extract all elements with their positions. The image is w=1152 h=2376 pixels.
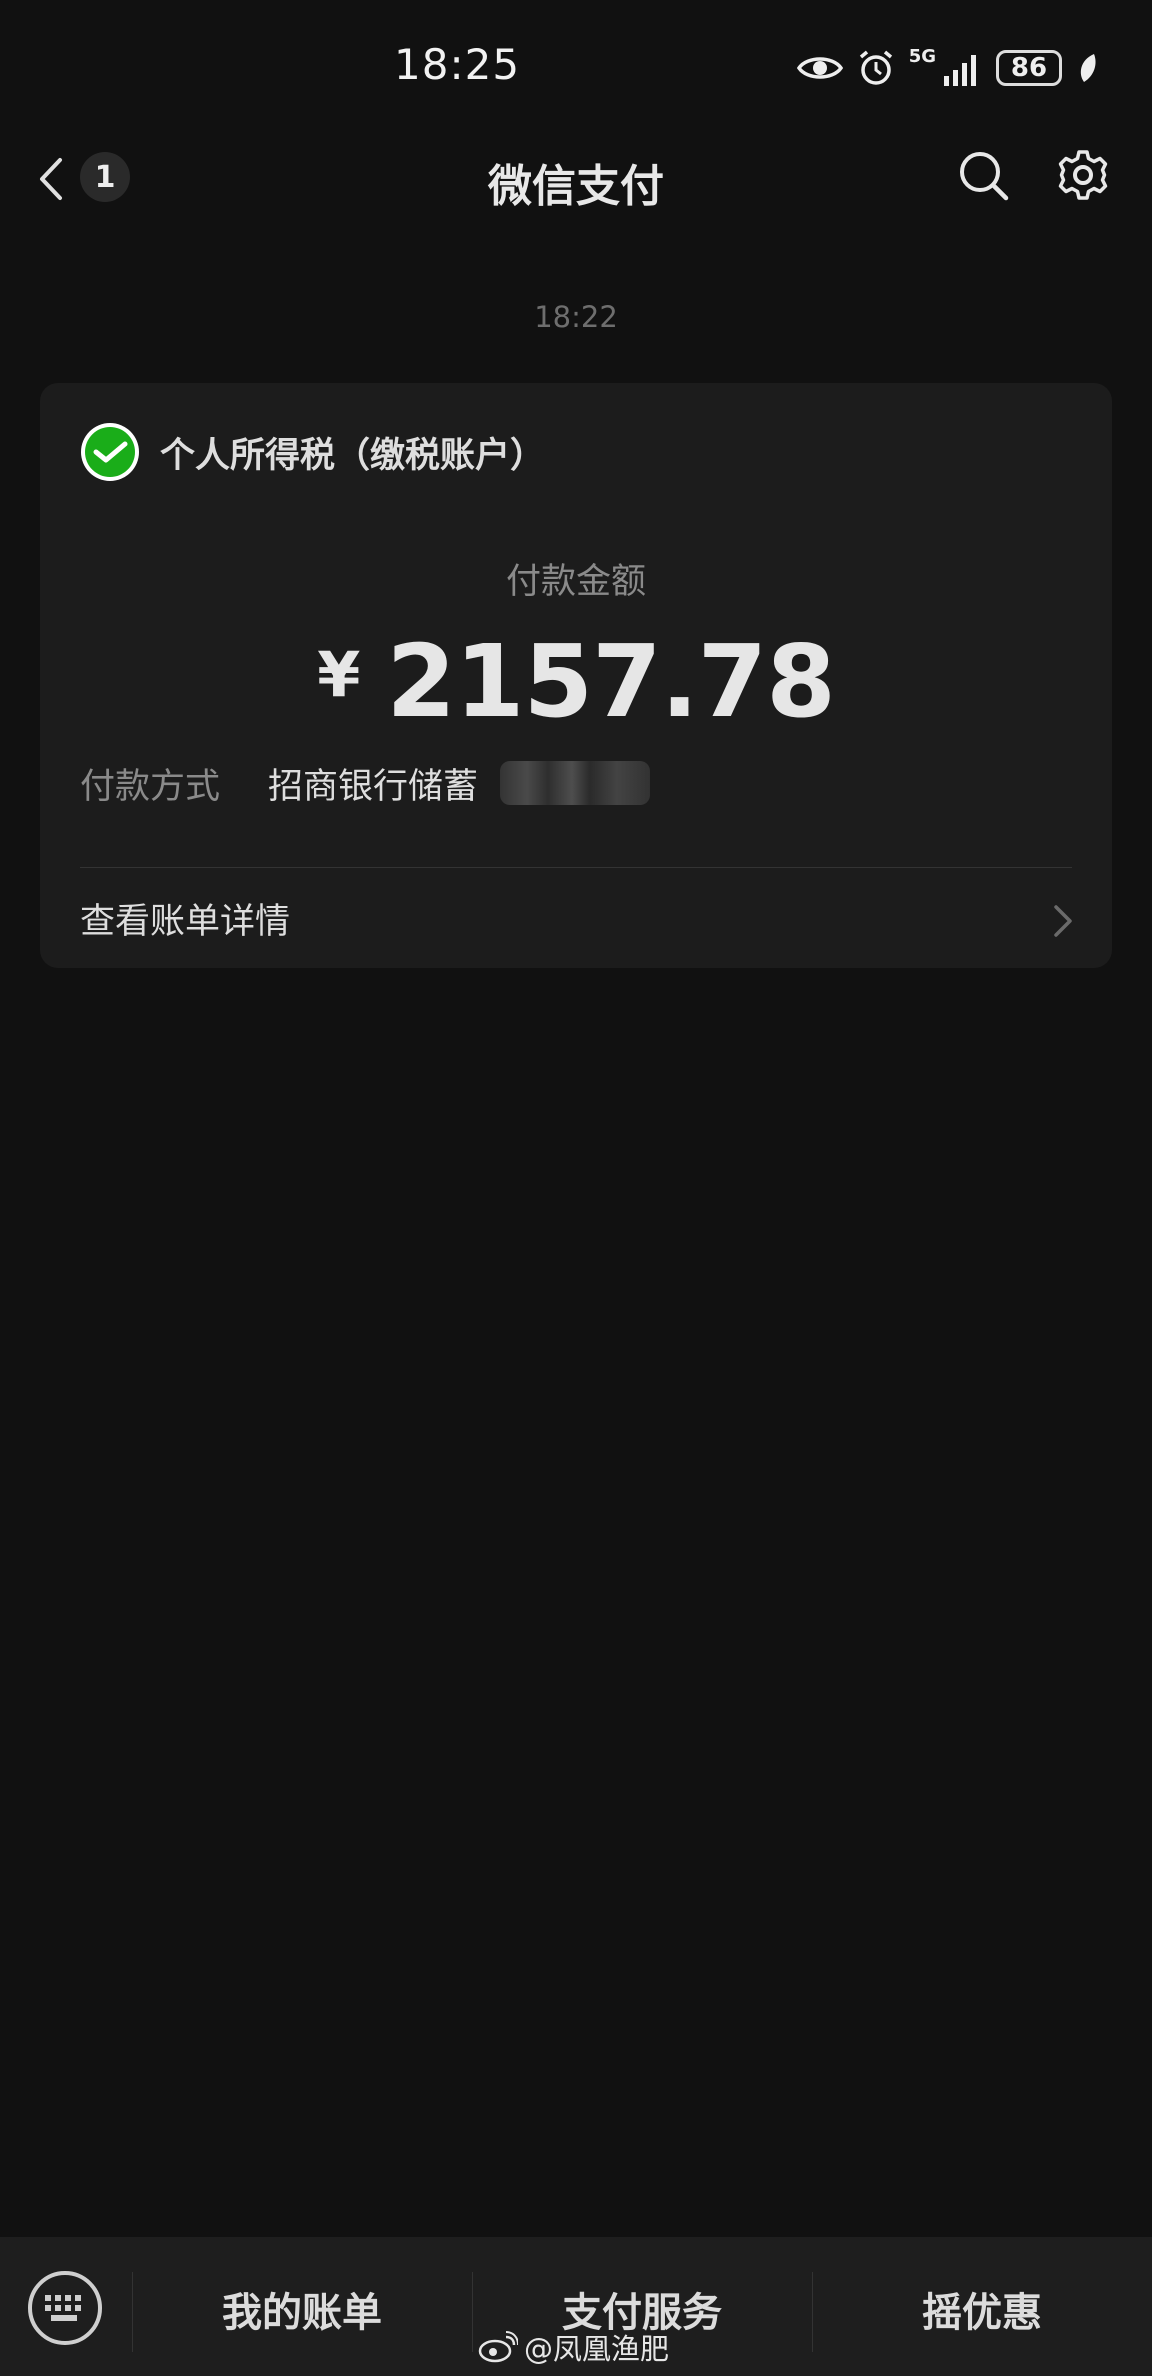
merchant-name: 个人所得税（缴税账户） [160, 436, 546, 476]
amount-value: 2157.78 [386, 623, 835, 740]
status-time: 18:25 [394, 40, 521, 89]
status-bar: 18:25 5G 86 [0, 0, 1152, 130]
watermark-text: @凤凰渔肥 [524, 2332, 670, 2366]
alarm-icon [859, 50, 892, 85]
battery-level: 86 [1010, 53, 1048, 83]
chevron-right-icon [1054, 905, 1072, 937]
currency-symbol: ¥ [317, 638, 361, 711]
keyboard-icon [45, 2295, 81, 2321]
signal-icon [944, 55, 976, 86]
message-timestamp: 18:22 [534, 300, 618, 334]
eye-icon [796, 57, 843, 79]
wechat-pay-icon [81, 423, 139, 481]
battery-icon: 86 [996, 50, 1062, 86]
payment-card: 个人所得税（缴税账户） 付款金额 ¥2157.78 付款方式 招商银行储蓄 查看… [40, 383, 1112, 968]
tab-shake-offers[interactable]: 摇优惠 [812, 2259, 1152, 2359]
pay-method-value: 招商银行储蓄 [268, 767, 479, 807]
keyboard-button[interactable] [28, 2271, 102, 2345]
amount-label: 付款金额 [505, 562, 646, 602]
search-icon [960, 152, 1009, 201]
watermark: @凤凰渔肥 [478, 2326, 669, 2368]
status-icons: 5G 86 [796, 44, 1098, 92]
pay-method-label: 付款方式 [80, 767, 221, 807]
search-button[interactable] [958, 150, 1010, 202]
settings-button[interactable] [1056, 148, 1110, 202]
masked-card-number [500, 761, 650, 805]
weibo-icon [478, 2331, 518, 2363]
tab-my-bills[interactable]: 我的账单 [132, 2259, 472, 2359]
network-type: 5G [908, 46, 936, 67]
leaf-icon [1080, 54, 1096, 82]
payment-amount: ¥2157.78 [40, 623, 1112, 740]
view-bill-details-label: 查看账单详情 [80, 902, 291, 942]
gear-icon [1058, 150, 1108, 200]
